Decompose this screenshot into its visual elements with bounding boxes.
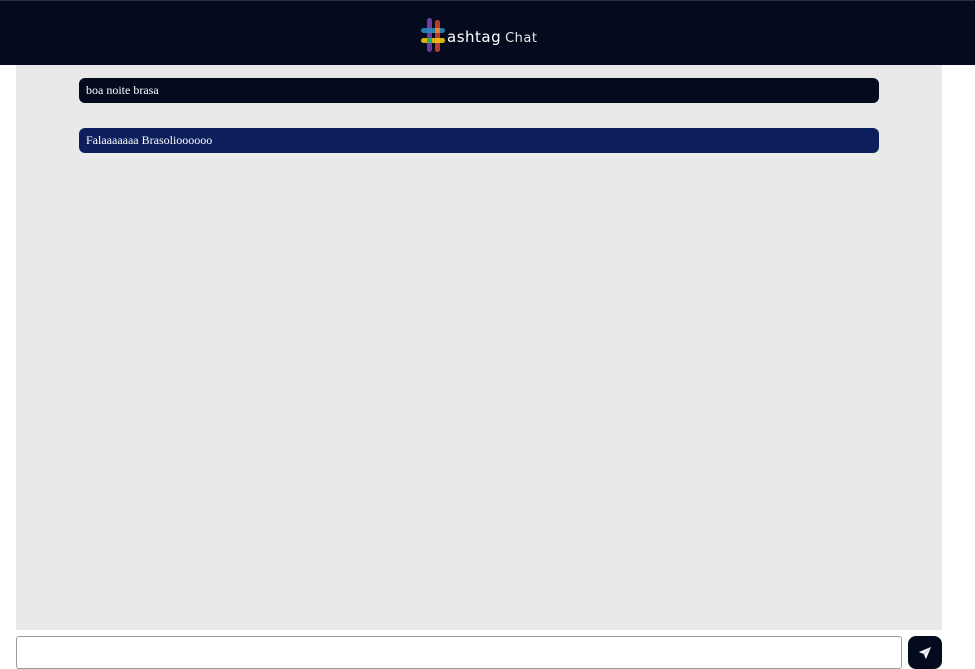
message-input[interactable] bbox=[16, 636, 902, 669]
chat-message: boa noite brasa bbox=[79, 78, 879, 103]
send-button[interactable] bbox=[908, 636, 942, 669]
logo-wordmark: ashtag Chat bbox=[447, 28, 538, 46]
chat-messages-area[interactable]: boa noite brasa Falaaaaaaa Brasolioooooo bbox=[16, 65, 942, 630]
paper-plane-icon bbox=[918, 646, 932, 659]
app-header: ashtag Chat bbox=[0, 0, 975, 65]
hashtag-chat-logo: ashtag Chat bbox=[420, 15, 538, 55]
chat-message: Falaaaaaaa Brasolioooooo bbox=[79, 128, 879, 153]
logo-suffix: Chat bbox=[505, 31, 538, 46]
hashtag-logo-icon bbox=[421, 18, 445, 52]
